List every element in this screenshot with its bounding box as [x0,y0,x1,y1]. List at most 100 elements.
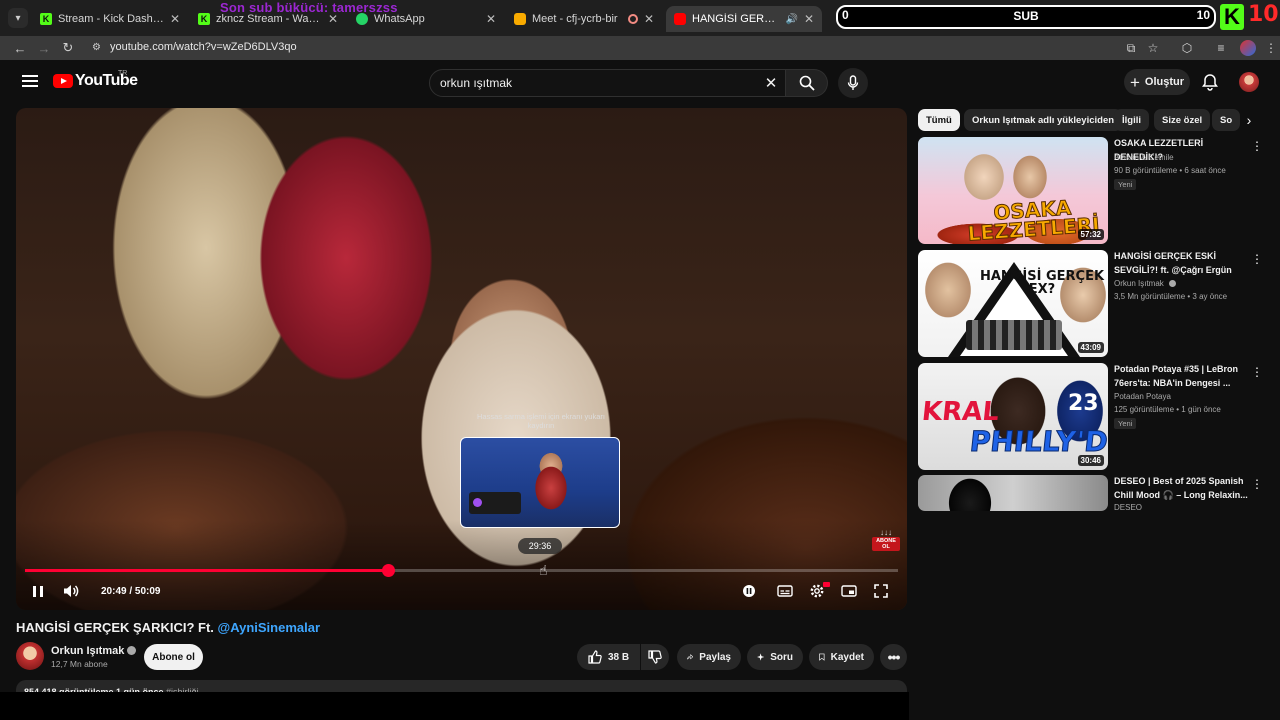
search-button[interactable] [786,69,828,97]
youtube-logo-text[interactable]: YouTube [75,72,138,90]
voice-search-button[interactable] [838,68,868,98]
browser-address-bar: ← → ↻ ⚙ youtube.com/watch?v=wZeD6DLV3qo … [0,36,1280,60]
tab-close-icon[interactable]: ✕ [804,12,814,26]
tab-close-icon[interactable]: ✕ [170,12,180,26]
reload-icon[interactable]: ↻ [60,40,76,56]
subtitles-icon [777,585,793,597]
create-label: Oluştur [1144,76,1185,88]
tab-search-chevron-icon[interactable]: ▾ [8,8,28,28]
more-vertical-icon[interactable]: ⋮ [1251,365,1263,379]
recommendation-item[interactable]: OSAKA LEZZETLERİ 57:32 OSAKA LEZZETLERİ … [918,137,1268,244]
fullscreen-button[interactable] [872,582,890,600]
preview-overlay-card [469,492,521,514]
recommendation-channel[interactable]: Atakan & Cemile [1114,153,1174,162]
kick-viewer-count: 10 [1248,2,1279,27]
save-button[interactable]: Kaydet [809,644,874,670]
recommendation-thumbnail[interactable]: OSAKA LEZZETLERİ 57:32 [918,137,1108,244]
more-vertical-icon[interactable]: ⋮ [1251,139,1263,153]
browser-tab-kick-dashboard[interactable]: K Stream - Kick Dashboard ✕ [32,6,188,32]
more-vertical-icon[interactable]: ⋮ [1251,477,1263,491]
thumbnail-text: HANGİSİ GERÇEK EX? [979,269,1105,297]
sub-goal-label: SUB [1013,9,1039,23]
more-actions-button[interactable]: ••• [880,644,907,670]
video-title-text: HANGİSİ GERÇEK ŞARKICI? Ft. [16,620,218,635]
chip-partial[interactable]: So [1212,109,1241,131]
region-code: TR [118,70,128,77]
thumbnail-text: KRAL [920,397,1001,427]
media-controls-icon[interactable]: ≡ [1214,41,1228,55]
forward-arrow-icon[interactable]: → [36,40,52,56]
recommendation-item[interactable]: HANGİSİ GERÇEK EX? 43:09 HANGİSİ GERÇEK … [918,250,1268,357]
recommendation-item[interactable]: KRAL 23 PHILLY'DE 30:46 Potadan Potaya #… [918,363,1268,470]
search-input[interactable]: orkun ışıtmak [440,76,512,90]
recommendation-title[interactable]: DESEO | Best of 2025 Spanish Chill Mood … [1114,475,1248,502]
thumbs-down-icon [648,650,662,664]
recommendation-meta: 3,5 Mn görüntüleme • 3 ay önce [1114,292,1228,301]
account-avatar[interactable] [1239,72,1259,92]
install-app-icon[interactable]: ⧉ [1124,41,1138,55]
chevron-right-icon[interactable]: › [1242,112,1256,128]
miniplayer-button[interactable] [840,582,858,600]
sub-goal-widget: 0 SUB 10 [836,5,1216,29]
channel-avatar[interactable] [16,642,44,670]
video-player[interactable]: Hassas sarma işlemi için ekranı yukarı k… [16,108,907,610]
recommendation-channel[interactable]: DESEO [1114,503,1142,511]
create-button[interactable]: + Oluştur [1124,69,1190,95]
hamburger-menu-icon[interactable] [22,75,38,87]
volume-button[interactable] [62,582,80,600]
chip-from-uploader[interactable]: Orkun Işıtmak adlı yükleyiciden [964,109,1123,131]
subscribe-button[interactable]: Abone ol [144,644,203,670]
browser-tab-bar: ▾ K Stream - Kick Dashboard ✕ K zkncz St… [0,0,1280,36]
recommendation-channel[interactable]: Potadan Potaya [1114,392,1171,401]
recommendation-title[interactable]: Potadan Potaya #35 | LeBron 76ers'ta: NB… [1114,363,1248,390]
title-mention-link[interactable]: @AyniSinemalar [218,620,321,635]
autoplay-icon [743,585,755,597]
extensions-icon[interactable]: ⬡ [1180,41,1194,55]
bookmark-star-icon[interactable]: ☆ [1146,41,1160,55]
browser-tab-meet[interactable]: Meet - cfj-ycrb-bir ✕ [506,6,662,32]
recommendation-thumbnail[interactable] [918,475,1108,511]
ask-button[interactable]: Soru [747,644,803,670]
tab-close-icon[interactable]: ✕ [486,12,496,26]
like-button[interactable]: 38 B [577,644,640,670]
recommendation-thumbnail[interactable]: HANGİSİ GERÇEK EX? 43:09 [918,250,1108,357]
recommendation-item[interactable]: DESEO | Best of 2025 Spanish Chill Mood … [918,475,1268,511]
subtitles-button[interactable] [776,582,794,600]
share-button[interactable]: Paylaş [677,644,741,670]
plus-icon: + [1129,72,1140,92]
pause-button[interactable] [30,582,46,600]
url-field[interactable]: youtube.com/watch?v=wZeD6DLV3qo [110,41,297,53]
recommendation-thumbnail[interactable]: KRAL 23 PHILLY'DE 30:46 [918,363,1108,470]
back-arrow-icon[interactable]: ← [12,40,28,56]
chip-related[interactable]: İlgili [1114,109,1149,131]
channel-name[interactable]: Orkun Işıtmak [51,645,137,657]
recommendation-channel-text[interactable]: Orkun Işıtmak [1114,279,1164,288]
taskbar-strip [0,692,909,720]
recommendation-channel[interactable]: Orkun Işıtmak [1114,279,1177,288]
chip-all[interactable]: Tümü [918,109,960,131]
autoplay-toggle[interactable] [742,582,756,600]
sub-goal-target: 10 [1196,8,1210,22]
channel-subscriber-count: 12,7 Mn abone [51,659,108,669]
search-box[interactable]: orkun ışıtmak ✕ [429,69,786,97]
dislike-button[interactable] [641,644,669,670]
more-vertical-icon[interactable]: ⋮ [1251,252,1263,266]
recommendation-title[interactable]: HANGİSİ GERÇEK ESKİ SEVGİLİ?! ft. @Çağrı… [1114,250,1248,277]
youtube-logo-icon[interactable] [53,74,73,88]
chip-for-you[interactable]: Size özel [1154,109,1211,131]
browser-tab-youtube[interactable]: HANGİSİ GERÇEK ŞARKICI? 🔊 ✕ [666,6,822,32]
tab-title: Meet - cfj-ycrb-bir [532,13,618,25]
browser-profile-avatar[interactable] [1240,40,1256,56]
audio-playing-icon[interactable]: 🔊 [785,14,797,25]
notifications-bell-icon[interactable] [1200,72,1220,92]
site-info-icon[interactable]: ⚙ [92,42,104,54]
browser-menu-icon[interactable]: ⋮ [1264,41,1278,55]
tab-close-icon[interactable]: ✕ [644,12,654,26]
subscribe-watermark[interactable]: ↓↓↓ ABONE OL [872,528,900,556]
channel-name-text[interactable]: Orkun Işıtmak [51,645,124,657]
share-arrow-icon [687,654,694,660]
meet-icon [514,13,526,25]
subscribe-watermark-label: ABONE OL [872,537,900,551]
clear-search-icon[interactable]: ✕ [763,75,779,92]
progress-bar[interactable] [25,564,898,577]
